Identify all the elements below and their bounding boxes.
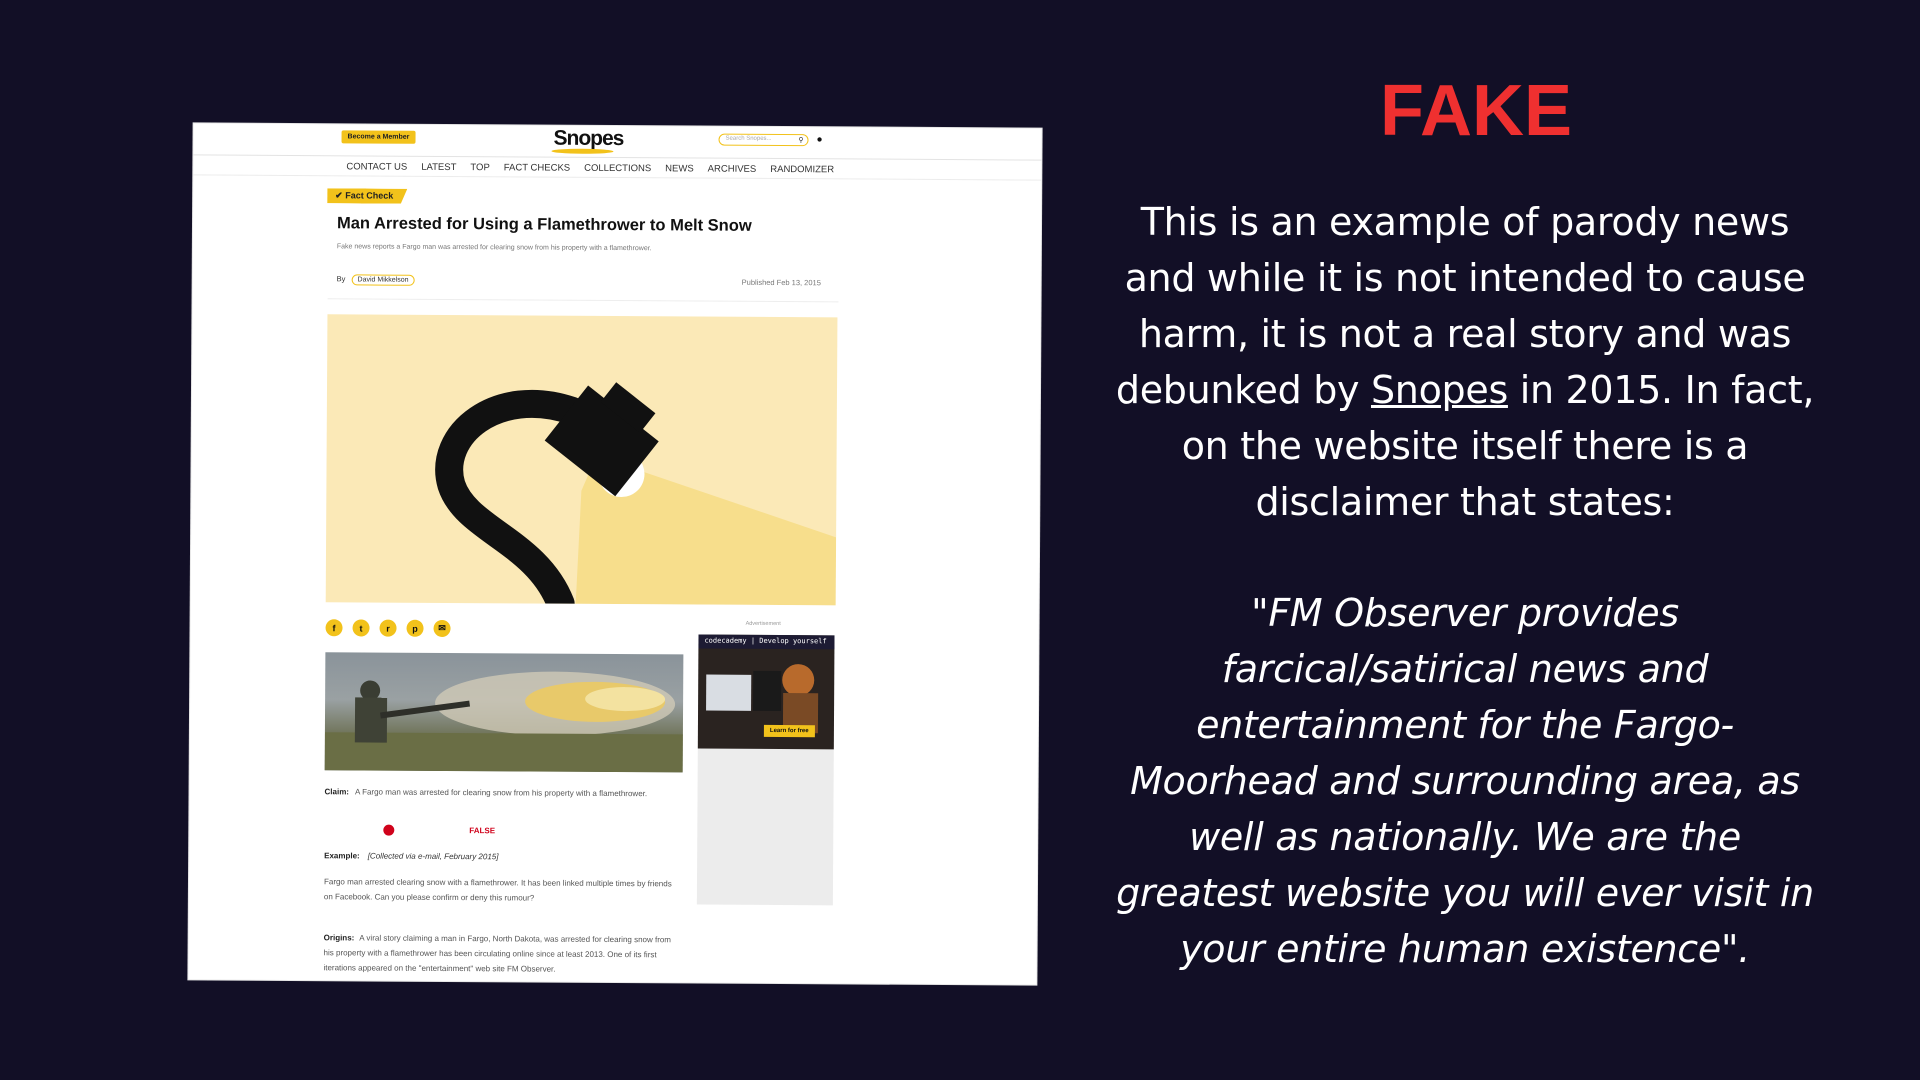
flamethrower-photo [324,652,684,773]
ad-banner[interactable]: codecademy | Develop yourself Learn for … [697,634,835,750]
nav-archives[interactable]: ARCHIVES [708,164,757,175]
fact-check-tag[interactable]: ✔ Fact Check [327,188,407,203]
byline: By David Mikkelson [336,274,415,286]
example-text: [Collected via e-mail, February 2015] [367,851,499,862]
example-label: Example: [324,851,360,861]
spotlight-lamp-icon [435,382,837,606]
become-member-button[interactable]: Become a Member [341,130,416,144]
disclaimer-quote: "FM Observer provides farcical/satirical… [1116,591,1814,971]
nav-news[interactable]: NEWS [665,163,694,174]
fact-check-label: Fact Check [345,190,394,201]
verdict-label: FAKE [1380,71,1573,151]
explanation-text: This is an example of parody news and wh… [1110,194,1820,530]
origins-label: Origins: [323,933,355,943]
snopes-header: Become a Member Snopes Search Snopes... … [193,123,1042,161]
user-icon[interactable]: ● [817,134,823,145]
email-icon[interactable]: ✉ [433,619,451,637]
false-rating-icon [383,824,395,836]
origins-block: Origins: A viral story claiming a man in … [323,930,678,977]
rating-label: FALSE [469,826,496,836]
ad-label: Advertisement [745,620,781,628]
search-placeholder: Search Snopes... [725,135,772,142]
check-circle-icon: ✔ [335,190,343,201]
snopes-link[interactable]: Snopes [1371,368,1508,412]
example-body: Fargo man arrested clearing snow with a … [323,877,672,903]
by-label: By [336,274,346,284]
claim-label: Claim: [324,787,350,797]
twitter-icon[interactable]: t [352,619,370,637]
snopes-logo[interactable]: Snopes [553,127,623,151]
nav-latest[interactable]: LATEST [421,162,456,173]
learn-for-free-button[interactable]: Learn for free [763,724,815,738]
snopes-screenshot: Become a Member Snopes Search Snopes... … [188,123,1042,985]
reddit-icon[interactable]: r [379,619,397,637]
main-nav: CONTACT US LATEST TOP FACT CHECKS COLLEC… [193,155,1042,181]
facebook-icon[interactable]: f [325,619,343,637]
author-link[interactable]: David Mikkelson [351,274,415,286]
search-input[interactable]: Search Snopes... ⚲ [718,133,809,147]
pinterest-icon[interactable]: p [406,619,424,637]
search-icon[interactable]: ⚲ [798,136,803,144]
nav-top[interactable]: TOP [470,162,489,173]
share-bar: f t r p ✉ [325,619,451,637]
claim-text: A Fargo man was arrested for clearing sn… [354,787,648,799]
origins-text: A viral story claiming a man in Fargo, N… [323,933,672,974]
hero-illustration [325,314,838,606]
example-line: Example: [Collected via e-mail, February … [324,851,498,861]
nav-collections[interactable]: COLLECTIONS [584,163,651,174]
article-subtitle: Fake news reports a Fargo man was arrest… [336,243,652,253]
claim-block: Claim: A Fargo man was arrested for clear… [324,784,654,802]
logo-swoosh [551,148,614,154]
divider [327,298,839,303]
nav-contact-us[interactable]: CONTACT US [346,161,407,172]
article-title: Man Arrested for Using a Flamethrower to… [336,214,752,235]
nav-fact-checks[interactable]: FACT CHECKS [504,162,570,173]
ad-sidebar: codecademy | Develop yourself Learn for … [696,634,835,906]
published-date: Published Feb 13, 2015 [741,277,821,288]
nav-randomizer[interactable]: RANDOMIZER [770,164,834,175]
